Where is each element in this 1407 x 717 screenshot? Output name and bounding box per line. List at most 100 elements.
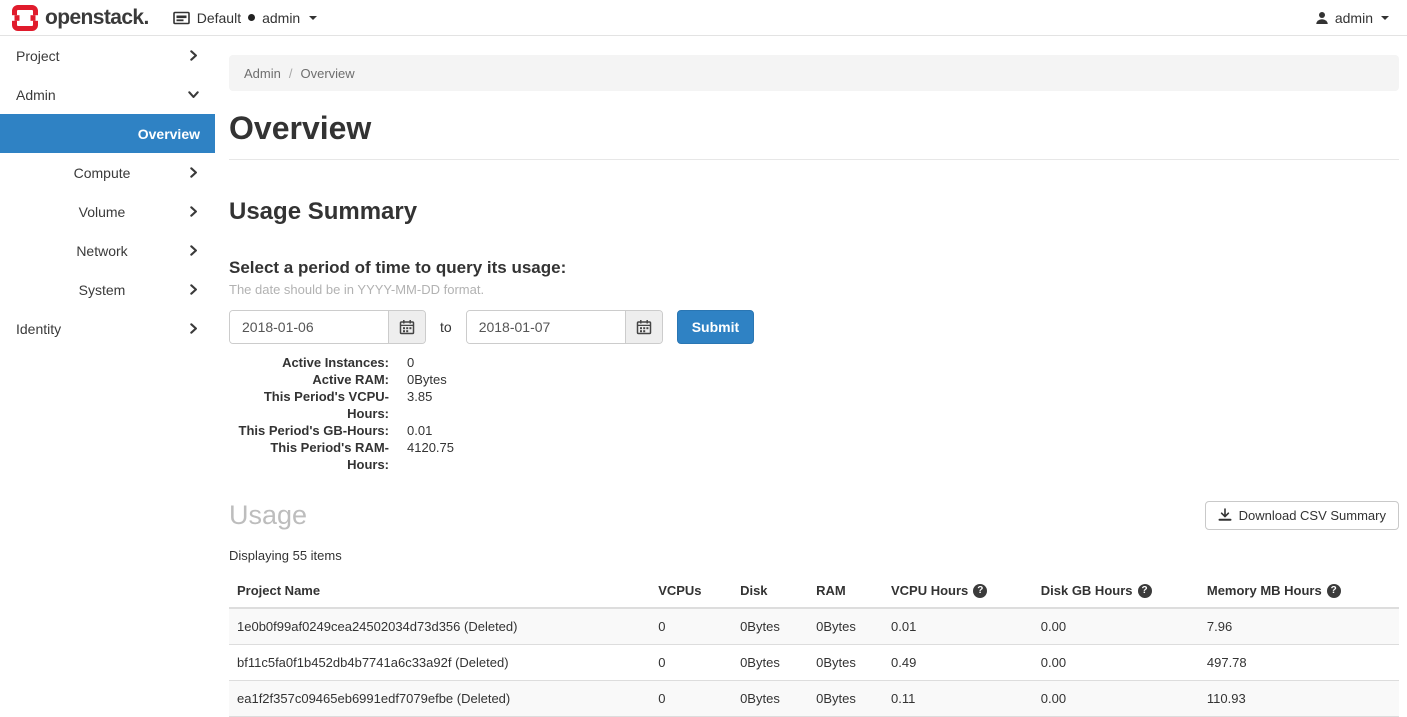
usage-table: Project Name VCPUs Disk RAM VCPU Hours? Disk … bbox=[229, 574, 1399, 717]
table-row: bf11c5fa0f1b452db4b7741a6c33a92f (Delete… bbox=[229, 645, 1399, 681]
item-count: Displaying 55 items bbox=[229, 548, 1399, 563]
stat-label: This Period's GB-Hours: bbox=[229, 422, 389, 439]
user-menu[interactable]: admin bbox=[1315, 10, 1397, 26]
column-label: Memory MB Hours bbox=[1207, 583, 1322, 598]
column-label: Disk GB Hours bbox=[1041, 583, 1133, 598]
help-question-icon[interactable]: ? bbox=[1327, 584, 1341, 598]
value-cell: 0Bytes bbox=[808, 608, 883, 645]
column-header: VCPUs bbox=[650, 574, 732, 608]
column-header: Project Name bbox=[229, 574, 650, 608]
date-to-group bbox=[466, 310, 663, 344]
calendar-icon[interactable] bbox=[388, 311, 425, 343]
chevron-right-icon bbox=[188, 206, 199, 217]
sidebar: Project Admin Overview Compute Volume Network… bbox=[0, 36, 215, 348]
to-label: to bbox=[440, 319, 452, 335]
usage-title: Usage bbox=[229, 499, 307, 531]
sidebar-item-system[interactable]: System bbox=[0, 270, 215, 309]
sidebar-item-admin[interactable]: Admin bbox=[0, 75, 215, 114]
project-name-cell: bf11c5fa0f1b452db4b7741a6c33a92f (Delete… bbox=[229, 645, 650, 681]
sidebar-item-project[interactable]: Project bbox=[0, 36, 215, 75]
column-label: Project Name bbox=[237, 583, 320, 598]
stat-row: Active Instances:0 bbox=[229, 354, 1399, 371]
stat-label: This Period's VCPU-Hours: bbox=[229, 388, 389, 422]
stat-value: 0 bbox=[407, 354, 414, 371]
value-cell: 0 bbox=[650, 645, 732, 681]
stat-value: 4120.75 bbox=[407, 439, 454, 473]
calendar-icon[interactable] bbox=[625, 311, 662, 343]
chevron-right-icon bbox=[188, 323, 199, 334]
date-from-group bbox=[229, 310, 426, 344]
domain-icon bbox=[173, 11, 190, 25]
download-csv-label: Download CSV Summary bbox=[1239, 508, 1386, 523]
stat-row: This Period's VCPU-Hours: 3.85 bbox=[229, 388, 1399, 422]
project-name-cell: 1e0b0f99af0249cea24502034d73d356 (Delete… bbox=[229, 608, 650, 645]
usage-period-form: to Submit bbox=[229, 310, 1399, 344]
value-cell: 497.78 bbox=[1199, 645, 1399, 681]
table-header-row: Project Name VCPUs Disk RAM VCPU Hours? Disk … bbox=[229, 574, 1399, 608]
value-cell: 0Bytes bbox=[732, 645, 808, 681]
project-name-cell: ea1f2f357c09465eb6991edf7079efbe (Delete… bbox=[229, 681, 650, 717]
value-cell: 0.01 bbox=[883, 608, 1033, 645]
column-label: VCPU Hours bbox=[891, 583, 968, 598]
download-csv-button[interactable]: Download CSV Summary bbox=[1205, 501, 1399, 530]
main-content: Admin / Overview Overview Usage Summary … bbox=[215, 55, 1407, 717]
divider bbox=[229, 159, 1399, 160]
sidebar-item-label: System bbox=[16, 282, 188, 298]
chevron-down-icon bbox=[188, 89, 199, 100]
stat-value: 0Bytes bbox=[407, 371, 447, 388]
value-cell: 0 bbox=[650, 608, 732, 645]
chevron-right-icon bbox=[188, 167, 199, 178]
breadcrumb-separator: / bbox=[289, 66, 293, 81]
help-question-icon[interactable]: ? bbox=[1138, 584, 1152, 598]
brand-wordmark: openstack. bbox=[45, 6, 149, 30]
sidebar-item-volume[interactable]: Volume bbox=[0, 192, 215, 231]
stat-value: 3.85 bbox=[407, 388, 432, 422]
sidebar-item-label: Volume bbox=[16, 204, 188, 220]
column-header: Memory MB Hours? bbox=[1199, 574, 1399, 608]
value-cell: 0.00 bbox=[1033, 645, 1199, 681]
page-title: Overview bbox=[229, 109, 1399, 147]
date-from-input[interactable] bbox=[230, 311, 388, 343]
column-label: VCPUs bbox=[658, 583, 701, 598]
user-icon bbox=[1315, 11, 1329, 25]
table-body: 1e0b0f99af0249cea24502034d73d356 (Delete… bbox=[229, 608, 1399, 717]
value-cell: 0.00 bbox=[1033, 681, 1199, 717]
sidebar-item-label: Overview bbox=[138, 126, 200, 142]
stat-value: 0.01 bbox=[407, 422, 432, 439]
sidebar-item-label: Project bbox=[16, 48, 60, 64]
openstack-brand[interactable]: openstack. bbox=[12, 5, 149, 31]
stat-label: This Period's RAM-Hours: bbox=[229, 439, 389, 473]
value-cell: 0 bbox=[650, 681, 732, 717]
chevron-right-icon bbox=[188, 284, 199, 295]
column-header: Disk bbox=[732, 574, 808, 608]
stat-row: This Period's GB-Hours: 0.01 bbox=[229, 422, 1399, 439]
column-header: RAM bbox=[808, 574, 883, 608]
value-cell: 7.96 bbox=[1199, 608, 1399, 645]
date-format-hint: The date should be in YYYY-MM-DD format. bbox=[229, 282, 1399, 297]
context-switcher[interactable]: Default admin bbox=[173, 10, 318, 26]
context-project: admin bbox=[262, 10, 300, 26]
value-cell: 0.49 bbox=[883, 645, 1033, 681]
chevron-down-icon bbox=[309, 16, 317, 20]
sidebar-item-label: Network bbox=[16, 243, 188, 259]
stat-label: Active RAM: bbox=[229, 371, 389, 388]
top-navbar: openstack. Default admin admin bbox=[0, 0, 1407, 36]
help-question-icon[interactable]: ? bbox=[973, 584, 987, 598]
submit-button[interactable]: Submit bbox=[677, 310, 754, 344]
context-separator-dot bbox=[248, 14, 255, 21]
breadcrumb-admin[interactable]: Admin bbox=[244, 66, 281, 81]
sidebar-item-identity[interactable]: Identity bbox=[0, 309, 215, 348]
sidebar-item-network[interactable]: Network bbox=[0, 231, 215, 270]
sidebar-item-compute[interactable]: Compute bbox=[0, 153, 215, 192]
stat-row: Active RAM: 0Bytes bbox=[229, 371, 1399, 388]
value-cell: 0Bytes bbox=[808, 645, 883, 681]
column-label: RAM bbox=[816, 583, 846, 598]
value-cell: 0.00 bbox=[1033, 608, 1199, 645]
breadcrumb-overview: Overview bbox=[300, 66, 354, 81]
date-to-input[interactable] bbox=[467, 311, 625, 343]
value-cell: 0.11 bbox=[883, 681, 1033, 717]
usage-stats: Active Instances:0Active RAM:0BytesThis … bbox=[229, 354, 1399, 473]
period-prompt: Select a period of time to query its usa… bbox=[229, 258, 1399, 278]
sidebar-item-overview[interactable]: Overview bbox=[0, 114, 215, 153]
breadcrumb: Admin / Overview bbox=[229, 55, 1399, 91]
